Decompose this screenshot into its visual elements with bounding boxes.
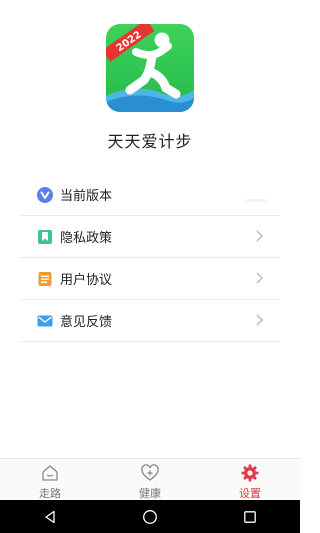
chevron-right-icon — [256, 272, 263, 284]
v-icon — [36, 186, 54, 204]
bookmark-icon — [36, 228, 54, 246]
settings-menu: 当前版本 隐私政策 用户协议 意见反馈 — [20, 174, 280, 342]
menu-item-feedback[interactable]: 意见反馈 — [20, 300, 280, 342]
recents-icon[interactable] — [240, 507, 260, 527]
menu-item-label: 意见反馈 — [60, 315, 113, 330]
tab-label: 走路 — [39, 487, 61, 500]
mail-icon — [36, 312, 54, 330]
home-circle-icon[interactable] — [140, 507, 160, 527]
tab-label: 健康 — [139, 487, 161, 500]
system-nav-bar — [0, 500, 300, 533]
menu-item-version[interactable]: 当前版本 — [20, 174, 280, 216]
health-heart-icon — [141, 464, 159, 481]
document-icon — [36, 270, 54, 288]
menu-item-label: 当前版本 — [60, 189, 113, 204]
app-logo: 2022 — [106, 24, 194, 112]
tab-settings[interactable]: 设置 — [200, 459, 300, 501]
bottom-tab-bar: 走路 健康 设置 — [0, 458, 300, 501]
back-icon[interactable] — [40, 507, 60, 527]
app-name: 天天爱计步 — [107, 132, 193, 151]
running-man-logo-icon: 2022 — [106, 24, 194, 112]
chevron-right-icon — [256, 314, 263, 326]
menu-item-user-agreement[interactable]: 用户协议 — [20, 258, 280, 300]
menu-item-label: 用户协议 — [60, 273, 113, 288]
version-value — [246, 199, 268, 202]
tab-label: 设置 — [239, 487, 261, 500]
menu-item-privacy-policy[interactable]: 隐私政策 — [20, 216, 280, 258]
chevron-right-icon — [256, 230, 263, 242]
tab-walk[interactable]: 走路 — [0, 459, 100, 501]
tab-health[interactable]: 健康 — [100, 459, 200, 501]
gear-icon — [241, 464, 259, 482]
menu-item-label: 隐私政策 — [60, 231, 113, 246]
home-icon — [42, 465, 58, 481]
